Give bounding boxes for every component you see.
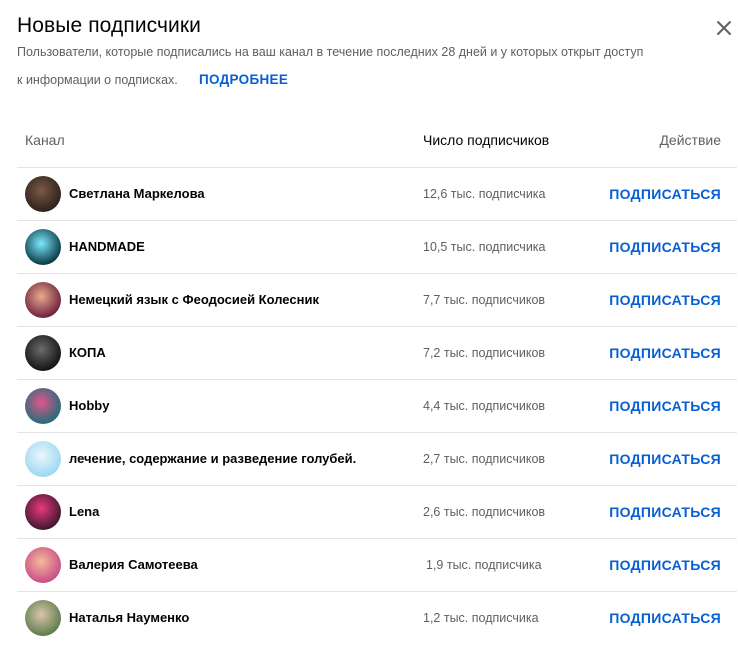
- channel-name[interactable]: Наталья Науменко: [69, 610, 189, 625]
- table-row: HANDMADE 10,5 тыс. подписчика ПОДПИСАТЬСЯ: [17, 221, 737, 274]
- channel-avatar[interactable]: [25, 494, 61, 530]
- subscribe-button[interactable]: ПОДПИСАТЬСЯ: [609, 610, 721, 626]
- table-row: Наталья Науменко 1,2 тыс. подписчика ПОДПИ…: [17, 592, 737, 645]
- subscriber-count: 10,5 тыс. подписчика: [423, 240, 546, 254]
- dialog-title: Новые подписчики: [17, 14, 202, 37]
- channel-avatar[interactable]: [25, 229, 61, 265]
- channel-name[interactable]: Lena: [69, 504, 99, 519]
- channel-name[interactable]: HANDMADE: [69, 239, 145, 254]
- subscribe-button[interactable]: ПОДПИСАТЬСЯ: [609, 557, 721, 573]
- dialog-description: Пользователи, которые подписались на ваш…: [17, 45, 644, 59]
- table-row: Lena 2,6 тыс. подписчиков ПОДПИСАТЬСЯ: [17, 486, 737, 539]
- table-header: Канал Число подписчиков Действие: [17, 126, 737, 168]
- column-header-subscribers[interactable]: Число подписчиков: [423, 132, 549, 148]
- channel-avatar[interactable]: [25, 282, 61, 318]
- channel-avatar[interactable]: [25, 388, 61, 424]
- channel-avatar[interactable]: [25, 600, 61, 636]
- subscribe-button[interactable]: ПОДПИСАТЬСЯ: [609, 292, 721, 308]
- subscribe-button[interactable]: ПОДПИСАТЬСЯ: [609, 239, 721, 255]
- channel-name[interactable]: Немецкий язык с Феодосией Колесник: [69, 292, 319, 307]
- column-header-action: Действие: [659, 132, 721, 148]
- table-row: Немецкий язык с Феодосией Колесник 7,7 ты…: [17, 274, 737, 327]
- channel-avatar[interactable]: [25, 547, 61, 583]
- new-subscribers-dialog: Новые подписчики Пользователи, которые п…: [0, 0, 738, 641]
- channel-name[interactable]: Hobby: [69, 398, 109, 413]
- table-row: лечение, содержание и разведение голубей…: [17, 433, 737, 486]
- channel-name[interactable]: КОПА: [69, 345, 106, 360]
- subscriber-count: 4,4 тыс. подписчиков: [423, 399, 546, 413]
- subscriber-count: 7,2 тыс. подписчиков: [423, 346, 546, 360]
- subscribe-button[interactable]: ПОДПИСАТЬСЯ: [609, 345, 721, 361]
- table-row: КОПА 7,2 тыс. подписчиков ПОДПИСАТЬСЯ: [17, 327, 737, 380]
- subscriber-count: 2,7 тыс. подписчиков: [423, 452, 546, 466]
- subscribe-button[interactable]: ПОДПИСАТЬСЯ: [609, 504, 721, 520]
- channel-name[interactable]: Светлана Маркелова: [69, 186, 205, 201]
- table-row: Светлана Маркелова 12,6 тыс. подписчика ПО…: [17, 168, 737, 221]
- subscribe-button[interactable]: ПОДПИСАТЬСЯ: [609, 451, 721, 467]
- table-row: Hobby 4,4 тыс. подписчиков ПОДПИСАТЬСЯ: [17, 380, 737, 433]
- learn-more-link[interactable]: ПОДРОБНЕЕ: [199, 72, 288, 87]
- close-icon[interactable]: [712, 16, 736, 40]
- channel-avatar[interactable]: [25, 441, 61, 477]
- subscriber-count: 1,9 тыс. подписчика: [426, 558, 542, 572]
- channel-name[interactable]: лечение, содержание и разведение голубей…: [69, 451, 356, 466]
- table-row: Валерия Самотеева 1,9 тыс. подписчика ПОДП…: [17, 539, 737, 592]
- subscribe-button[interactable]: ПОДПИСАТЬСЯ: [609, 398, 721, 414]
- channel-avatar[interactable]: [25, 335, 61, 371]
- subscribe-button[interactable]: ПОДПИСАТЬСЯ: [609, 186, 721, 202]
- subscriber-count: 7,7 тыс. подписчиков: [423, 293, 546, 307]
- dialog-description-continued: к информации о подписках.: [17, 73, 178, 87]
- subscriber-count: 12,6 тыс. подписчика: [423, 187, 546, 201]
- column-header-channel: Канал: [25, 132, 65, 148]
- channel-avatar[interactable]: [25, 176, 61, 212]
- subscriber-count: 2,6 тыс. подписчиков: [423, 505, 546, 519]
- channel-name[interactable]: Валерия Самотеева: [69, 557, 198, 572]
- subscriber-count: 1,2 тыс. подписчика: [423, 611, 539, 625]
